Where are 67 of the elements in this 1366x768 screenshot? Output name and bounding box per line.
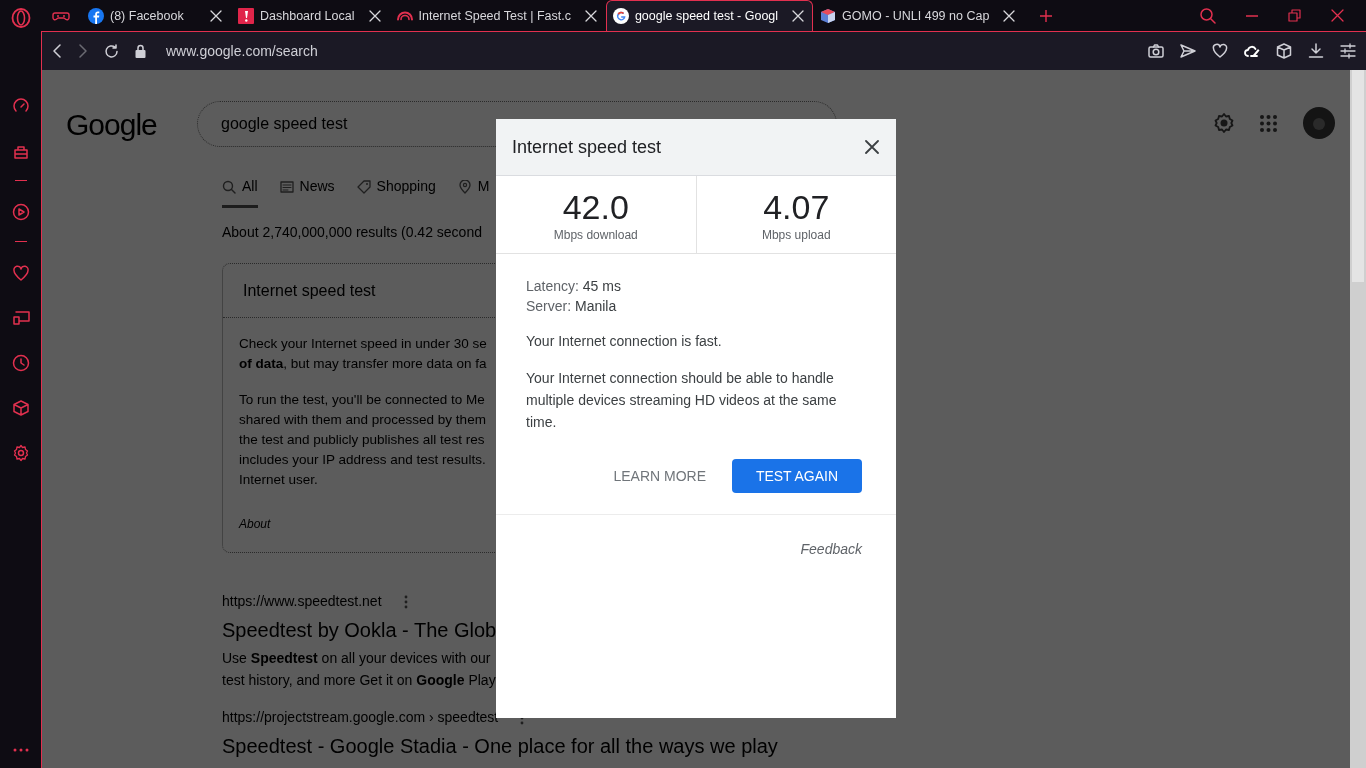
result-stats: About 2,740,000,000 results (0.42 second: [222, 223, 482, 242]
back-icon[interactable]: [52, 44, 62, 58]
search-icon[interactable]: [1200, 7, 1216, 24]
feedback-link[interactable]: Feedback: [800, 541, 862, 557]
map-pin-icon: [457, 179, 472, 194]
result-snippet: Use Speedtest on all your devices with our test history, and more Get it on Google Play: [222, 649, 496, 690]
speed-value: 42.0: [562, 188, 629, 226]
lock-icon: [135, 44, 146, 58]
browser-tab[interactable]: Dashboard Local: [231, 0, 390, 31]
apps-icon[interactable]: [1259, 113, 1278, 133]
card-paragraph: To run the test, you'll be connected to Me shared with them and processed by them the test and publicly publishes all test res includes your IP address and test results. Internet user.: [239, 391, 487, 490]
settings-icon[interactable]: [1213, 112, 1235, 134]
minimize-icon[interactable]: [1246, 14, 1258, 17]
detail-value: Manila: [575, 298, 617, 314]
opera-logo-icon[interactable]: [10, 7, 31, 28]
clock-icon[interactable]: [11, 353, 30, 372]
dialog-title: Internet speed test: [512, 135, 662, 159]
exclamation-tile-icon: [238, 8, 254, 24]
result-explanation: Your Internet connection should be able to handle multiple devices streaming HD videos at the same time.: [526, 369, 838, 432]
devices-icon[interactable]: [11, 308, 30, 327]
test-again-button[interactable]: TEST AGAIN: [732, 459, 862, 493]
google-icon: [612, 8, 629, 24]
speed-value: 4.07: [763, 188, 830, 226]
reload-icon[interactable]: [104, 43, 119, 59]
search-tab[interactable]: All: [222, 176, 258, 208]
more-icon[interactable]: [12, 748, 29, 752]
search-tab[interactable]: Shopping: [356, 176, 436, 208]
result-title[interactable]: Speedtest - Google Stadia - One place for all the ways we play: [222, 731, 778, 761]
tag-icon: [356, 179, 371, 194]
speed-unit: Mbps download: [553, 227, 638, 244]
news-icon: [279, 179, 294, 194]
about-link[interactable]: About: [239, 514, 271, 535]
cloud-pen-icon[interactable]: [1244, 43, 1260, 59]
card-paragraph: Check your Internet speed in under 30 se of data, but may transfer more data on fa: [239, 335, 488, 374]
learn-more-button[interactable]: LEARN MORE: [613, 465, 706, 487]
search-tab[interactable]: M: [457, 176, 490, 208]
download-icon[interactable]: [1308, 43, 1324, 59]
forward-icon[interactable]: [78, 44, 88, 58]
speed-unit: Mbps upload: [761, 227, 831, 244]
scrollbar[interactable]: [1350, 70, 1366, 768]
browser-tab[interactable]: google speed test - Googl: [605, 0, 814, 31]
google-logo[interactable]: Google: [66, 101, 222, 147]
play-icon[interactable]: [11, 202, 30, 221]
detail-value: 45 ms: [582, 278, 621, 294]
speed-dial-icon[interactable]: [11, 96, 30, 115]
speed-arc-icon: [396, 11, 413, 21]
browser-tab[interactable]: GOMO - UNLI 499 no Cap: [813, 0, 1025, 31]
settings-icon[interactable]: [11, 443, 30, 462]
camera-icon[interactable]: [1148, 43, 1164, 59]
result-url[interactable]: https://projectstream.google.com › speedtest: [222, 707, 499, 728]
browser-tab[interactable]: (8) Facebook: [81, 0, 231, 31]
cube-logo-icon: [820, 8, 837, 24]
send-icon[interactable]: [1180, 43, 1196, 59]
close-icon[interactable]: [865, 140, 879, 154]
result-message: Your Internet connection is fast.: [526, 332, 723, 351]
sliders-icon[interactable]: [1340, 43, 1356, 59]
result-url[interactable]: https://www.speedtest.net: [222, 591, 382, 612]
address-field[interactable]: www.google.com/search: [166, 40, 318, 62]
restore-icon[interactable]: [1288, 9, 1301, 22]
facebook-icon: [88, 8, 104, 24]
result-title[interactable]: Speedtest by Ookla - The Glob: [222, 615, 497, 645]
search-tab[interactable]: News: [279, 176, 335, 208]
more-icon[interactable]: [403, 594, 408, 609]
new-tab-icon[interactable]: [1040, 9, 1053, 22]
avatar[interactable]: [1302, 106, 1336, 140]
search-icon: [222, 179, 236, 194]
browser-tab[interactable]: Internet Speed Test | Fast.c: [389, 0, 606, 31]
